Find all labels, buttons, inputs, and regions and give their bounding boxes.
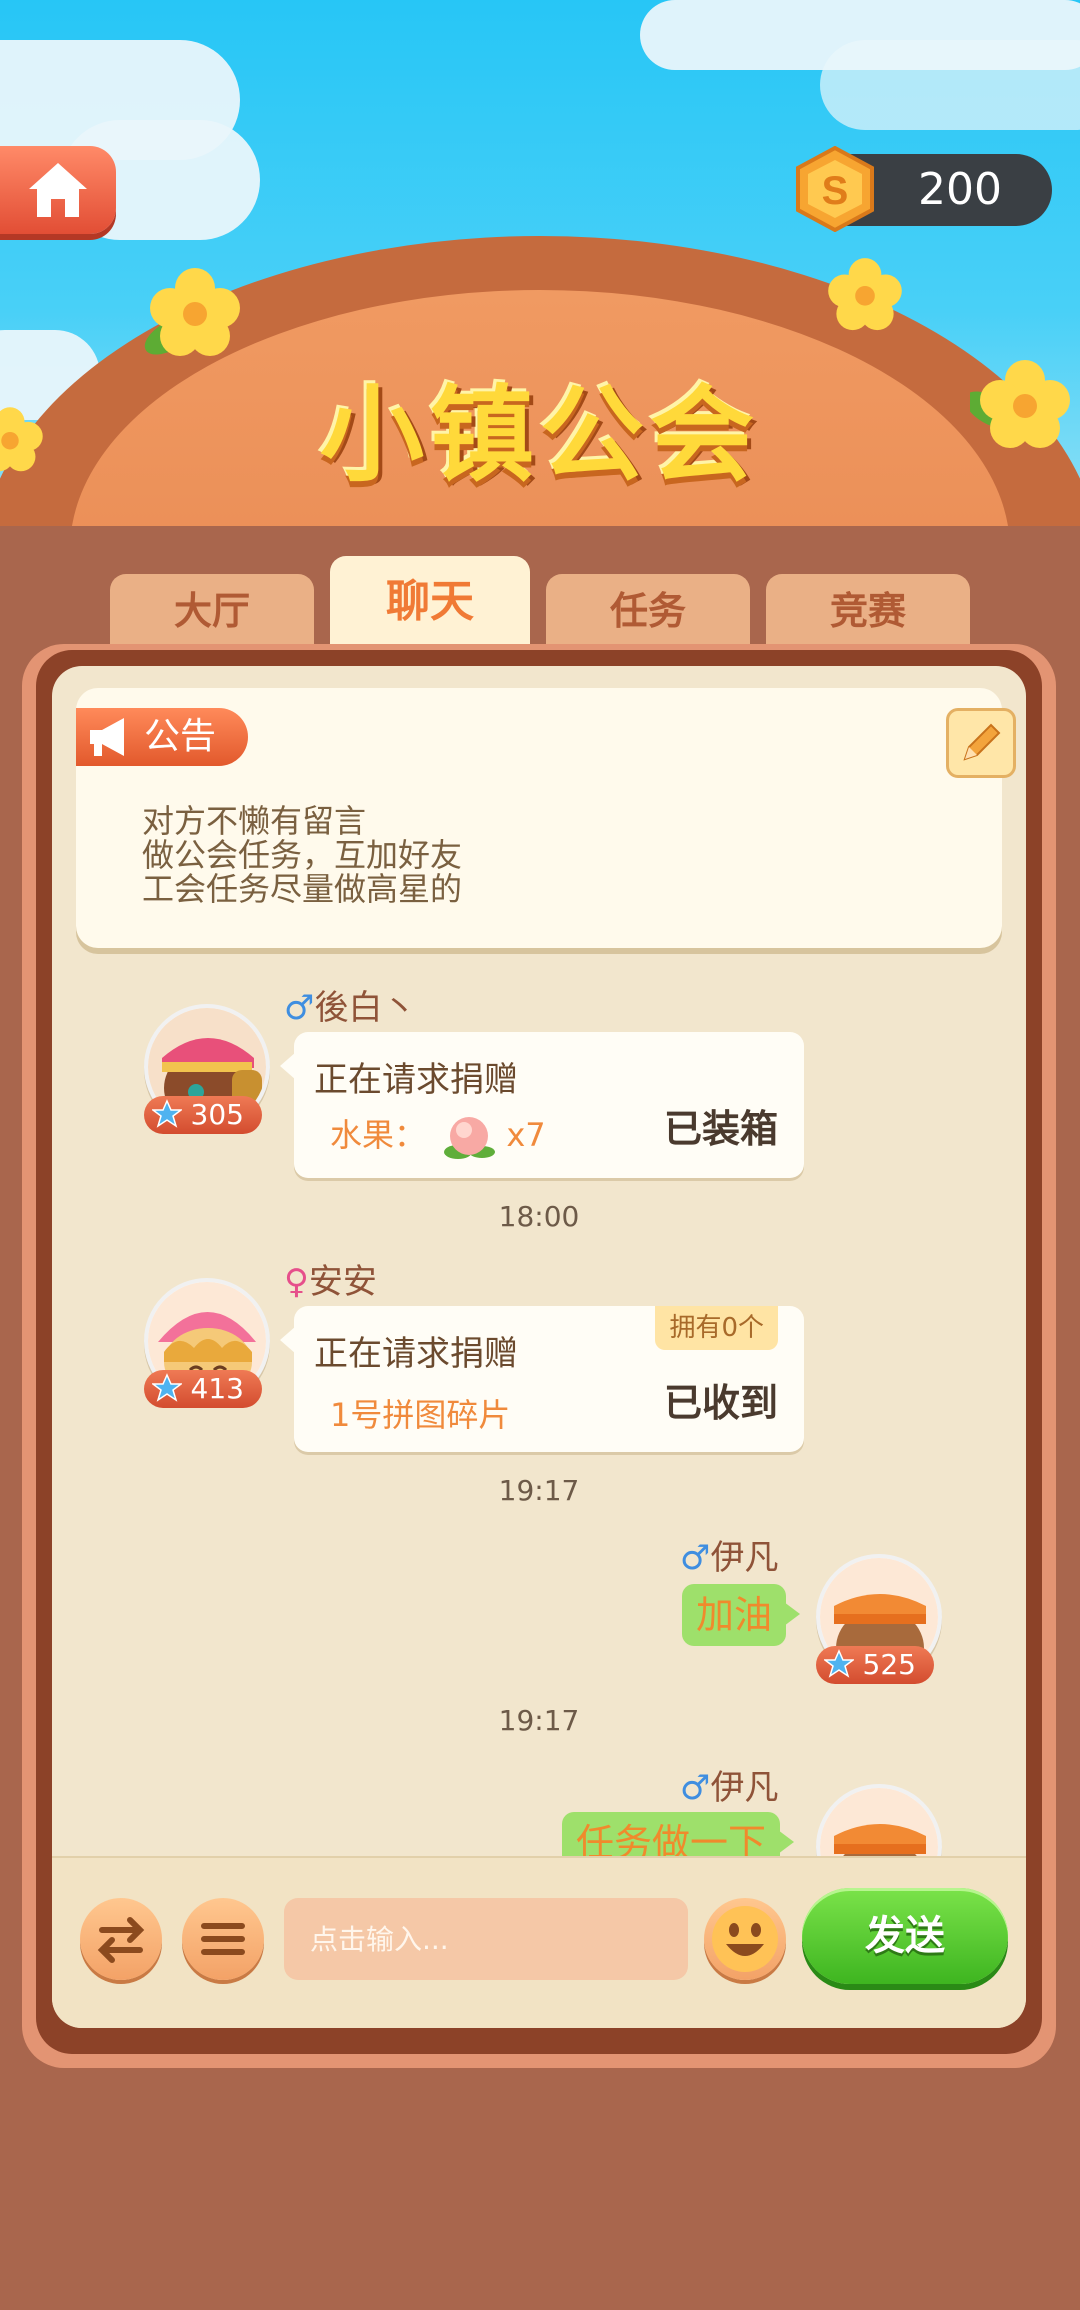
level-badge: 305 [144,1096,262,1134]
flower-decoration-icon [828,258,902,331]
message-timestamp: 18:00 [498,1200,580,1233]
male-icon: ♂ [284,988,315,1028]
request-status: 已装箱 [663,1107,778,1151]
message-timestamp: 19:17 [498,1704,580,1737]
request-item: 1号拼图碎片 [330,1396,511,1434]
request-title: 正在请求捐赠 [314,1060,518,1100]
tab-chat[interactable]: 聊天 [330,556,530,648]
chat-input[interactable] [284,1898,688,1980]
megaphone-icon [90,718,124,756]
notice-badge: 公告 [76,708,248,766]
star-icon [824,1649,854,1678]
tab-lobby[interactable]: 大厅 [110,574,314,648]
message-username: ♂伊凡 [680,1538,779,1578]
male-icon: ♂ [680,1768,711,1808]
svg-text:S: S [822,169,849,213]
pencil-icon [963,723,1001,761]
message-timestamp: 19:17 [498,1474,580,1507]
chat-input-bar: 发送 [52,1856,1026,2028]
request-item: 水果： x7 [330,1110,546,1160]
level-badge: 525 [816,1646,934,1684]
star-icon [152,1373,182,1402]
message-username: ♀安安 [284,1262,377,1302]
tab-tasks[interactable]: 任务 [546,574,750,648]
message-username: ♂後白丶 [284,988,417,1028]
request-title: 正在请求捐赠 [314,1334,518,1374]
page-title: 小镇公会 [319,374,760,496]
notice-text: 对方不懒有留言 做公会任务，互加好友 工会任务尽量做高星的 [142,802,463,908]
menu-icon [201,1923,245,1955]
request-status: 已收到 [663,1381,778,1425]
tab-competition[interactable]: 竞赛 [766,574,970,648]
menu-button[interactable] [182,1898,264,1980]
owned-count-badge: 拥有0个 [655,1306,778,1350]
female-icon: ♀ [284,1262,309,1302]
home-icon [29,163,87,217]
flower-decoration-icon [970,360,1070,448]
coin-icon: S [796,146,874,232]
notice-label: 公告 [144,716,217,757]
edit-notice-button[interactable] [946,708,1016,778]
message-username: ♂伊凡 [680,1768,779,1808]
flower-decoration-icon [144,268,240,356]
emoji-button[interactable] [704,1898,786,1980]
swap-arrows-icon [97,1917,145,1963]
notice-card: 公告 对方不懒有留言 做公会任务，互加好友 工会任务尽量做高星的 [76,688,1016,948]
coin-value: 200 [918,164,1002,215]
send-button[interactable]: 发送 [802,1888,1008,1984]
level-badge: 413 [144,1370,262,1408]
star-icon [152,1099,182,1128]
chat-panel: 公告 对方不懒有留言 做公会任务，互加好友 工会任务尽量做高星的 ♂後白丶 30… [52,666,1026,2028]
smiley-icon [712,1906,778,1972]
peach-icon [444,1117,496,1159]
male-icon: ♂ [680,1538,711,1578]
flower-decoration-icon [0,407,43,472]
chat-bubble: 加油 [682,1584,801,1646]
home-button[interactable] [0,146,116,234]
switch-channel-button[interactable] [80,1898,162,1980]
donation-request-card[interactable]: 正在请求捐赠 水果： x7 已装箱 [280,1032,804,1178]
donation-request-card[interactable]: 拥有0个 正在请求捐赠 1号拼图碎片 已收到 [280,1306,804,1452]
